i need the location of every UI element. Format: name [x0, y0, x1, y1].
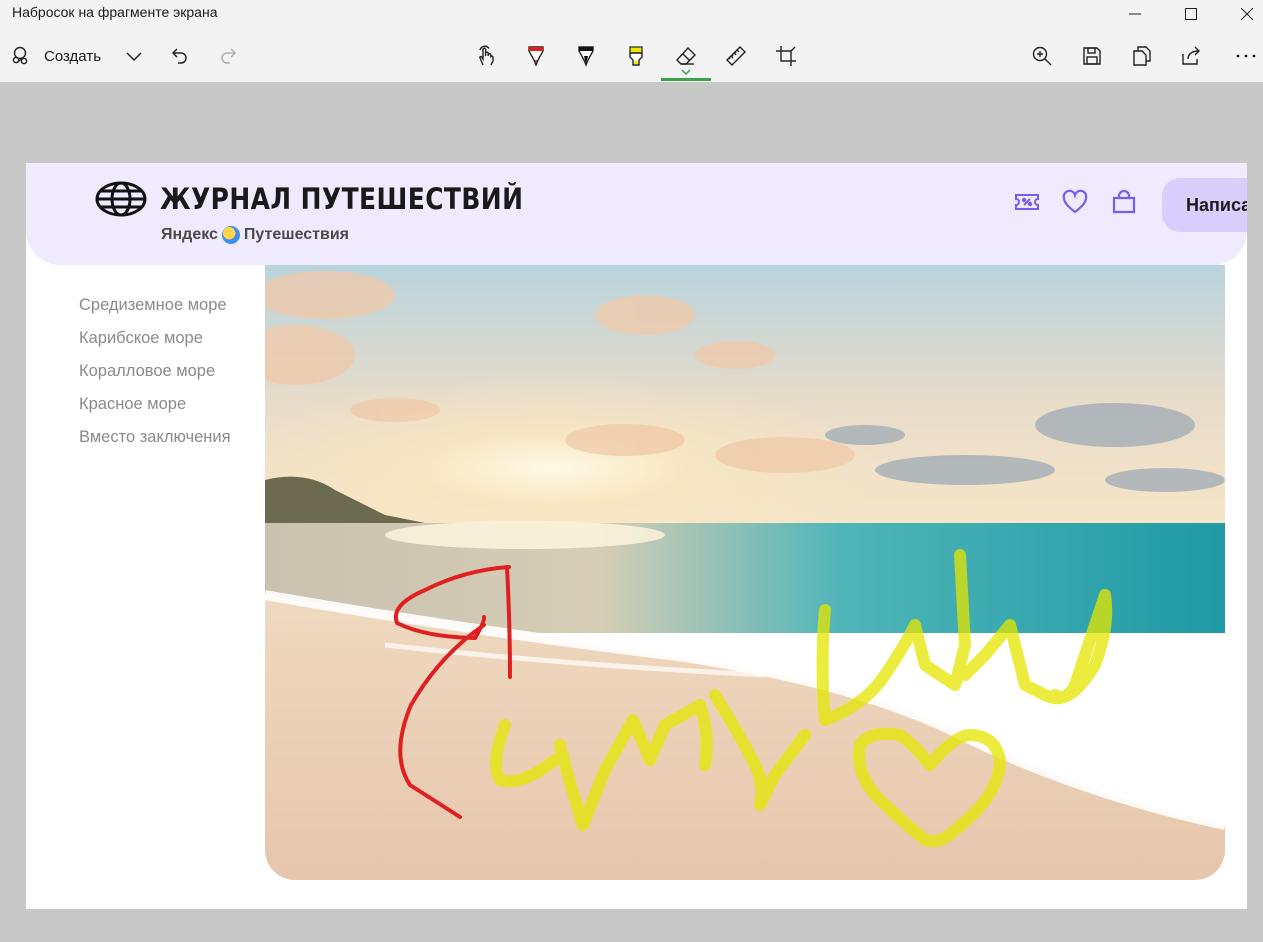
- save-button[interactable]: [1072, 38, 1112, 74]
- globe-logo-icon: [95, 181, 147, 217]
- minimize-icon: [1129, 13, 1141, 15]
- globe-emoji-icon: [221, 226, 240, 244]
- share-icon: [1182, 46, 1200, 65]
- maximize-button[interactable]: [1166, 0, 1216, 28]
- save-icon: [1083, 47, 1101, 65]
- window-title: Набросок на фрагменте экрана: [12, 4, 218, 20]
- undo-button[interactable]: [159, 38, 199, 74]
- beach-sunset-photo: [265, 265, 1225, 880]
- redo-icon: [221, 48, 237, 64]
- close-button[interactable]: [1222, 0, 1263, 28]
- brand-left: Яндекс: [161, 226, 218, 243]
- share-button[interactable]: [1171, 38, 1211, 74]
- minimize-button[interactable]: [1110, 0, 1160, 28]
- touch-writing-button[interactable]: [466, 38, 506, 74]
- captured-webpage: ЖУРНАЛ ПУТЕШЕСТВИЙ Яндекс Путешествия На…: [26, 163, 1247, 909]
- zoom-in-icon: [1032, 46, 1052, 66]
- site-logo[interactable]: ЖУРНАЛ ПУТЕШЕСТВИЙ: [94, 179, 583, 219]
- pencil-button[interactable]: [566, 38, 606, 74]
- toc-item[interactable]: Коралловое море: [79, 361, 231, 394]
- discount-ticket-icon: [1015, 194, 1039, 210]
- pencil-icon: [578, 46, 594, 67]
- copy-button[interactable]: [1122, 38, 1162, 74]
- ruler-button[interactable]: [716, 38, 756, 74]
- active-tool-indicator: [661, 78, 711, 81]
- crop-icon: [776, 46, 796, 66]
- touch-writing-icon: [479, 45, 494, 66]
- toolbar: Создать: [0, 32, 1263, 82]
- zoom-button[interactable]: [1022, 38, 1062, 74]
- toc-item[interactable]: Средиземное море: [79, 295, 231, 328]
- tool-options-chevron-icon[interactable]: [680, 68, 692, 76]
- ballpoint-pen-button[interactable]: [516, 38, 556, 74]
- crop-button[interactable]: [766, 38, 806, 74]
- brand-right: Путешествия: [243, 226, 350, 243]
- copy-icon: [1133, 46, 1151, 66]
- undo-icon: [171, 48, 187, 64]
- close-icon: [1241, 8, 1253, 20]
- brand-subtitle: Яндекс Путешествия: [161, 226, 349, 244]
- site-header: ЖУРНАЛ ПУТЕШЕСТВИЙ Яндекс Путешествия На…: [26, 163, 1247, 265]
- ruler-icon: [726, 46, 746, 66]
- create-dropdown-button[interactable]: [114, 38, 154, 74]
- heart-icon: [1062, 189, 1088, 214]
- title-bar: Набросок на фрагменте экрана: [0, 0, 1263, 32]
- toc-item[interactable]: Карибское море: [79, 328, 231, 361]
- discount-button[interactable]: [1012, 187, 1042, 217]
- toc-item[interactable]: Красное море: [79, 394, 231, 427]
- highlighter-icon: [629, 46, 643, 66]
- create-label: Создать: [44, 47, 102, 65]
- beach-illustration: [265, 265, 1225, 880]
- create-button[interactable]: Создать: [10, 40, 101, 72]
- highlighter-button[interactable]: [616, 38, 656, 74]
- site-title: ЖУРНАЛ ПУТЕШЕСТВИЙ: [160, 182, 524, 216]
- new-snip-icon: [12, 46, 28, 65]
- more-options-button[interactable]: [1226, 38, 1263, 74]
- ballpoint-pen-icon: [528, 46, 544, 67]
- redo-button[interactable]: [209, 38, 249, 74]
- maximize-icon: [1185, 8, 1197, 20]
- table-of-contents: Средиземное море Карибское море Кораллов…: [79, 295, 231, 460]
- chevron-down-icon: [126, 52, 142, 62]
- write-button-label: Написа: [1186, 194, 1247, 215]
- favorites-button[interactable]: [1060, 187, 1090, 217]
- write-article-button[interactable]: Написа: [1162, 178, 1247, 232]
- toc-item[interactable]: Вместо заключения: [79, 427, 231, 460]
- eraser-icon: [676, 46, 696, 65]
- shopping-bag-icon: [1112, 189, 1136, 214]
- orders-button[interactable]: [1109, 187, 1139, 217]
- more-icon: [1236, 54, 1256, 58]
